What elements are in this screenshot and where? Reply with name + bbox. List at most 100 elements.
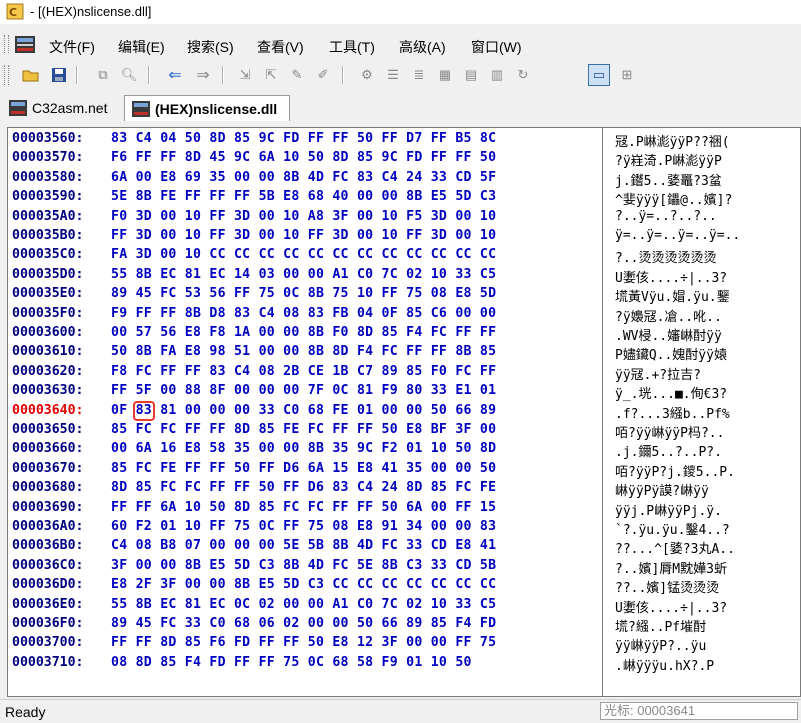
hex-byte[interactable]: 3D (234, 228, 250, 243)
hex-byte[interactable]: FF (160, 364, 176, 379)
hex-byte[interactable]: 00 (259, 209, 275, 224)
hex-byte[interactable]: 8B (136, 189, 152, 204)
hex-byte[interactable]: 3F (455, 422, 471, 437)
hex-byte[interactable]: 3F (332, 209, 348, 224)
hex-byte[interactable]: FF (455, 150, 471, 165)
hex-byte[interactable]: 35 (406, 461, 422, 476)
hex-byte[interactable]: CC (382, 577, 398, 592)
hex-byte[interactable]: 75 (332, 286, 348, 301)
hex-byte[interactable]: C3 (259, 558, 275, 573)
hex-byte[interactable]: 3D (136, 209, 152, 224)
hex-byte[interactable]: FF (283, 635, 299, 650)
ascii-text[interactable]: `?.ÿu.ÿu.鑿4..? (615, 519, 730, 538)
hex-byte[interactable]: FA (111, 247, 127, 262)
hex-byte[interactable]: 04 (357, 306, 373, 321)
hex-byte[interactable]: 5D (283, 577, 299, 592)
hex-byte[interactable]: 9C (259, 131, 275, 146)
hex-bytes[interactable]: 85 FC FE FF FF 50 FF D6 6A 15 E8 41 35 0… (111, 461, 496, 476)
hex-byte[interactable]: 33 (431, 383, 447, 398)
hex-byte[interactable]: 8D (209, 131, 225, 146)
hex-byte[interactable]: 3F (382, 635, 398, 650)
hex-byte[interactable]: FC (160, 616, 176, 631)
hex-byte[interactable]: F6 (111, 150, 127, 165)
hex-byte[interactable]: 00 (259, 228, 275, 243)
hex-byte[interactable]: CE (308, 364, 324, 379)
hex-byte[interactable]: 58 (209, 441, 225, 456)
hex-byte[interactable]: A1 (332, 597, 348, 612)
hex-byte[interactable]: 3D (136, 247, 152, 262)
hex-byte[interactable]: 02 (406, 597, 422, 612)
hex-byte[interactable]: 40 (332, 189, 348, 204)
hex-byte[interactable]: 00 (431, 519, 447, 534)
hex-byte[interactable]: 75 (283, 655, 299, 670)
hex-byte[interactable]: FF (332, 422, 348, 437)
hex-byte[interactable]: FC (308, 422, 324, 437)
hex-byte[interactable]: F2 (136, 519, 152, 534)
hex-byte[interactable]: C0 (357, 597, 373, 612)
hex-byte[interactable]: FF (283, 519, 299, 534)
ascii-text[interactable]: ÿÿ崊ÿÿP?..ÿu (615, 635, 706, 654)
hex-byte[interactable]: 45 (209, 150, 225, 165)
hex-byte[interactable]: 45 (136, 616, 152, 631)
hex-byte[interactable]: CC (455, 247, 471, 262)
hex-byte[interactable]: 41 (382, 461, 398, 476)
hex-editor-view[interactable]: 00003560: 83 C4 04 50 8D 85 9C FD FF FF 5… (7, 127, 801, 697)
hex-byte[interactable]: 35 (332, 441, 348, 456)
hex-byte[interactable]: 50 (431, 403, 447, 418)
hex-byte[interactable]: FF (431, 150, 447, 165)
hex-byte[interactable]: 5B (480, 558, 496, 573)
hex-byte[interactable]: E5 (431, 189, 447, 204)
hex-byte[interactable]: F4 (185, 655, 201, 670)
hex-byte[interactable]: 5F (136, 383, 152, 398)
hex-byte[interactable]: 8D (332, 344, 348, 359)
hex-byte[interactable]: FF (209, 480, 225, 495)
hex-byte[interactable]: E8 (185, 441, 201, 456)
menu-search[interactable]: 搜索(S) (187, 37, 234, 57)
ascii-text[interactable]: j.鑙5..婱鼉?3蚠 (615, 170, 722, 189)
hex-byte[interactable]: F5 (406, 209, 422, 224)
hex-byte[interactable]: 00 (406, 635, 422, 650)
toolbar-grip-handle[interactable] (4, 65, 9, 85)
hex-byte[interactable]: 89 (111, 616, 127, 631)
hex-byte[interactable]: FC (382, 538, 398, 553)
hex-byte[interactable]: 2B (283, 364, 299, 379)
hex-byte[interactable]: CC (480, 577, 496, 592)
hex-byte[interactable]: 55 (111, 597, 127, 612)
hex-byte[interactable]: 01 (160, 519, 176, 534)
hex-byte[interactable]: C0 (283, 403, 299, 418)
hex-byte[interactable]: 85 (406, 306, 422, 321)
hex-byte[interactable]: B5 (455, 131, 471, 146)
hex-byte[interactable]: D8 (209, 306, 225, 321)
hex-byte[interactable]: FF (111, 228, 127, 243)
hex-byte[interactable]: 08 (283, 306, 299, 321)
view-c-icon[interactable]: ▥ (486, 64, 508, 86)
hex-byte[interactable]: FC (455, 480, 471, 495)
hex-byte[interactable]: 75 (480, 635, 496, 650)
hex-bytes[interactable]: 85 FC FC FF FF 8D 85 FE FC FF FF 50 E8 B… (111, 422, 496, 437)
hex-bytes[interactable]: 8D 85 FC FC FF FF 50 FF D6 83 C4 24 8D 8… (111, 480, 496, 495)
hex-byte[interactable]: F9 (111, 306, 127, 321)
hex-byte[interactable]: 55 (111, 267, 127, 282)
hex-byte[interactable]: FD (406, 150, 422, 165)
hex-byte[interactable]: 5E (283, 538, 299, 553)
hex-byte[interactable]: 98 (209, 344, 225, 359)
hex-byte[interactable]: FF (209, 422, 225, 437)
menu-window[interactable]: 窗口(W) (471, 37, 522, 57)
hex-byte[interactable]: F0 (431, 364, 447, 379)
hex-byte[interactable]: 00 (455, 228, 471, 243)
hex-byte[interactable]: E5 (259, 577, 275, 592)
hex-byte[interactable]: 50 (455, 441, 471, 456)
hex-byte[interactable]: 8D (234, 422, 250, 437)
hex-byte[interactable]: FD (283, 131, 299, 146)
ascii-text[interactable]: .WV梫..嬸崊酎ÿÿ (615, 325, 722, 344)
hex-byte[interactable]: 9C (357, 441, 373, 456)
hex-byte[interactable]: FF (136, 500, 152, 515)
hex-byte[interactable]: 66 (455, 403, 471, 418)
hex-byte[interactable]: FC (283, 500, 299, 515)
hex-byte[interactable]: 5E (111, 189, 127, 204)
hex-byte[interactable]: 00 (160, 247, 176, 262)
hex-byte[interactable]: 6A (136, 441, 152, 456)
hex-byte[interactable]: FC (136, 422, 152, 437)
hex-byte[interactable]: 56 (160, 325, 176, 340)
hex-byte[interactable]: 01 (406, 441, 422, 456)
